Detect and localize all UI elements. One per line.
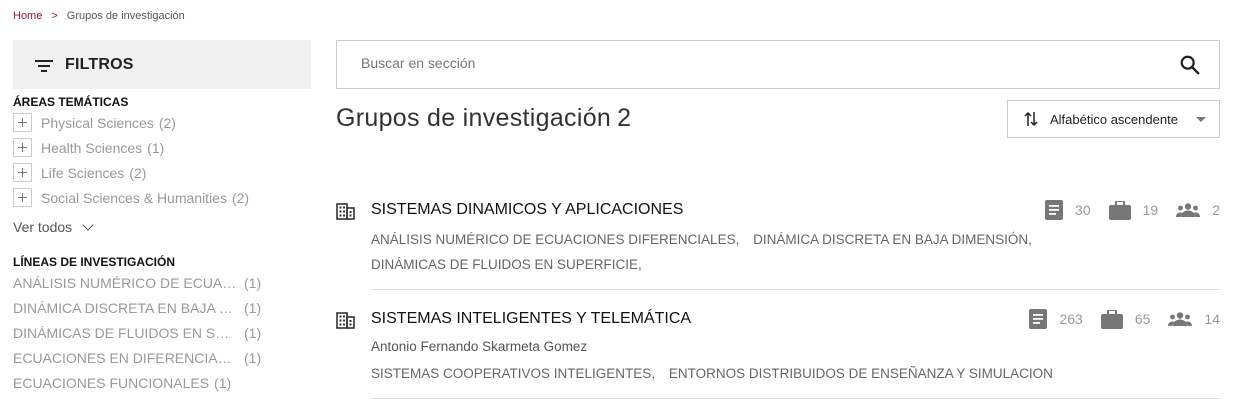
people-icon [1168, 312, 1193, 326]
search-box [336, 40, 1220, 89]
line-filter-label: DINÁMICA DISCRETA EN BAJA DIMENSIÓN [13, 300, 239, 316]
members-stat: 14 [1168, 311, 1220, 327]
research-line-link[interactable]: DINÁMICA DISCRETA EN BAJA DIMENSIÓN, [753, 232, 1032, 247]
briefcase-icon [1108, 200, 1131, 220]
line-filter-count: (1) [244, 275, 262, 291]
group-stats: 263 65 14 [1011, 309, 1220, 329]
line-filter-item[interactable]: DINÁMICA DISCRETA EN BAJA DIMENSIÓN (1) [13, 300, 263, 316]
briefcase-icon [1100, 309, 1123, 329]
research-line-link[interactable]: DINÁMICAS DE FLUIDOS EN SUPERFICIE, [371, 257, 642, 272]
group-card: SISTEMAS INTELIGENTES Y TELEMÁTICA 263 6… [336, 309, 1220, 402]
building-icon [336, 312, 355, 329]
document-icon [1029, 309, 1048, 329]
area-filter-count: (1) [147, 139, 165, 156]
results-count: 2 [617, 104, 632, 132]
see-all-areas-link[interactable]: Ver todos [13, 218, 94, 235]
filters-label: FILTROS [65, 55, 134, 73]
filters-toggle[interactable]: FILTROS [13, 40, 311, 89]
line-filter-item[interactable]: ANÁLISIS NUMÉRICO DE ECUACIONES DIFERENC… [13, 275, 263, 291]
line-filter-label: DINÁMICAS DE FLUIDOS EN SUPERFICIE [13, 325, 239, 341]
breadcrumb-current: Grupos de investigación [66, 10, 185, 22]
sort-label: Alfabético ascendente [1050, 111, 1178, 127]
page-title-text: Grupos de investigación [336, 104, 612, 132]
line-filter-item[interactable]: ECUACIONES FUNCIONALES (1) [13, 375, 263, 391]
breadcrumb: Home > Grupos de investigación [13, 10, 185, 22]
filter-icon [35, 58, 53, 72]
line-filter-label: ANÁLISIS NUMÉRICO DE ECUACIONES DIFERENC… [13, 275, 239, 291]
group-research-lines: ANÁLISIS NUMÉRICO DE ECUACIONES DIFERENC… [371, 232, 1042, 247]
group-research-lines: DINÁMICAS DE FLUIDOS EN SUPERFICIE, [371, 257, 652, 272]
lines-section-title: LÍNEAS DE INVESTIGACIÓN [13, 255, 176, 269]
chevron-down-icon [82, 218, 94, 231]
area-filter-count: (2) [129, 164, 147, 181]
research-line-link[interactable]: SISTEMAS COOPERATIVOS INTELIGENTES, [371, 366, 655, 381]
area-filter-label: Life Sciences [41, 164, 125, 181]
line-filter-count: (1) [244, 350, 262, 366]
people-icon [1176, 203, 1201, 217]
caret-down-icon [1195, 116, 1206, 122]
line-filter-count: (1) [214, 375, 232, 391]
area-filter-label: Social Sciences & Humanities [41, 189, 227, 206]
area-filter-label: Health Sciences [41, 139, 143, 156]
divider [371, 289, 1220, 290]
area-filter-label: Physical Sciences [41, 114, 154, 131]
document-icon [1045, 200, 1064, 220]
group-stats: 30 19 2 [1027, 200, 1220, 220]
group-title-link[interactable]: SISTEMAS DINAMICOS Y APLICACIONES [371, 201, 683, 219]
search-icon[interactable] [1179, 54, 1201, 76]
area-filter-item[interactable]: Physical Sciences (2) [13, 113, 176, 132]
search-input[interactable] [361, 55, 1121, 71]
plus-icon[interactable] [13, 138, 32, 157]
area-filter-item[interactable]: Health Sciences (1) [13, 138, 164, 157]
research-line-link[interactable]: ENTORNOS DISTRIBUIDOS DE ENSEÑANZA Y SIM… [669, 366, 1053, 381]
sort-icon [1024, 111, 1038, 127]
see-all-label: Ver todos [13, 219, 73, 235]
members-stat: 2 [1176, 202, 1220, 218]
documents-count: 263 [1059, 311, 1083, 327]
projects-count: 65 [1134, 311, 1151, 327]
projects-count: 19 [1142, 202, 1159, 218]
area-filter-item[interactable]: Social Sciences & Humanities (2) [13, 188, 249, 207]
area-filter-item[interactable]: Life Sciences (2) [13, 163, 146, 182]
plus-icon[interactable] [13, 113, 32, 132]
divider [371, 398, 1220, 399]
line-filter-count: (1) [244, 325, 262, 341]
area-filter-count: (2) [158, 114, 176, 131]
breadcrumb-home-link[interactable]: Home [13, 10, 42, 22]
area-filter-count: (2) [231, 189, 250, 206]
line-filter-label: ECUACIONES EN DIFERENCIAS NO LINEALES [13, 350, 239, 366]
line-filter-item[interactable]: DINÁMICAS DE FLUIDOS EN SUPERFICIE (1) [13, 325, 263, 341]
breadcrumb-separator: > [51, 10, 58, 22]
documents-count: 30 [1075, 202, 1091, 218]
plus-icon[interactable] [13, 163, 32, 182]
projects-stat: 19 [1108, 200, 1159, 220]
group-leader[interactable]: Antonio Fernando Skarmeta Gomez [371, 339, 587, 354]
members-count: 2 [1212, 202, 1220, 218]
documents-stat: 263 [1029, 309, 1083, 329]
members-count: 14 [1204, 311, 1220, 327]
group-research-lines: SISTEMAS COOPERATIVOS INTELIGENTES, ENTO… [371, 366, 1063, 381]
line-filter-label: ECUACIONES FUNCIONALES [13, 375, 210, 391]
building-icon [336, 203, 355, 220]
page-title: Grupos de investigación 2 [336, 104, 631, 133]
plus-icon[interactable] [13, 188, 32, 207]
group-title-link[interactable]: SISTEMAS INTELIGENTES Y TELEMÁTICA [371, 310, 691, 328]
line-filter-item[interactable]: ECUACIONES EN DIFERENCIAS NO LINEALES (1… [13, 350, 263, 366]
sort-select[interactable]: Alfabético ascendente [1007, 100, 1220, 138]
line-filter-count: (1) [244, 300, 262, 316]
areas-section-title: ÁREAS TEMÁTICAS [13, 95, 129, 109]
projects-stat: 65 [1100, 309, 1151, 329]
group-card: SISTEMAS DINAMICOS Y APLICACIONES 30 19 [336, 200, 1220, 291]
documents-stat: 30 [1045, 200, 1091, 220]
research-line-link[interactable]: ANÁLISIS NUMÉRICO DE ECUACIONES DIFERENC… [371, 232, 739, 247]
